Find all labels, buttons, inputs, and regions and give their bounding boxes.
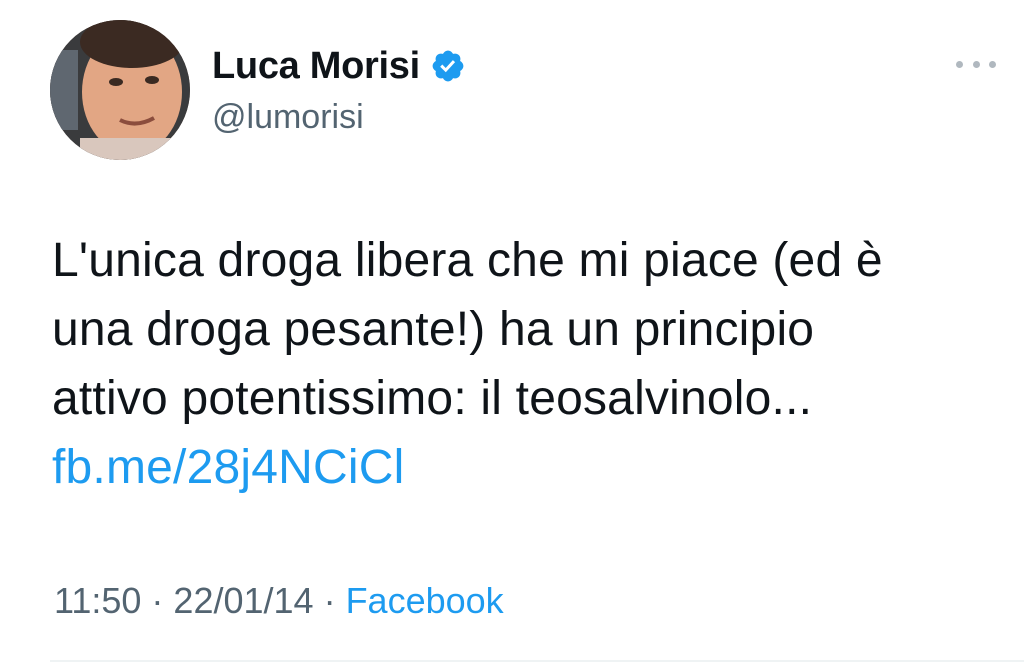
avatar[interactable] xyxy=(50,20,190,160)
tweet-source-link[interactable]: Facebook xyxy=(346,580,504,621)
tweet-text-line: attivo potentissimo: il teosalvinolo... xyxy=(52,372,813,425)
tweet-link[interactable]: fb.me/28j4NCiCl xyxy=(52,433,1012,502)
tweet-meta: 11:50 · 22/01/14 · Facebook xyxy=(54,580,504,622)
more-icon[interactable] xyxy=(956,52,996,76)
meta-separator: · xyxy=(323,580,336,621)
tweet-text-line: L'unica droga libera che mi piace (ed è xyxy=(52,234,883,287)
more-dot xyxy=(956,60,963,68)
tweet-card: Luca Morisi @lumorisi L'unica droga libe… xyxy=(0,0,1024,666)
divider xyxy=(50,660,1024,662)
tweet-text: L'unica droga libera che mi piace (ed è … xyxy=(52,226,1012,502)
tweet-text-line: una droga pesante!) ha un principio xyxy=(52,303,815,356)
verified-badge-icon xyxy=(430,48,466,84)
more-dot xyxy=(972,60,980,68)
user-handle[interactable]: @lumorisi xyxy=(212,98,466,137)
more-dot xyxy=(989,60,996,68)
meta-separator: · xyxy=(151,580,164,621)
display-name[interactable]: Luca Morisi xyxy=(212,45,420,88)
tweet-time[interactable]: 11:50 xyxy=(54,580,141,621)
author-block: Luca Morisi @lumorisi xyxy=(212,40,466,137)
tweet-date[interactable]: 22/01/14 xyxy=(173,580,313,621)
avatar-photo xyxy=(50,20,190,160)
name-row: Luca Morisi xyxy=(212,40,466,92)
